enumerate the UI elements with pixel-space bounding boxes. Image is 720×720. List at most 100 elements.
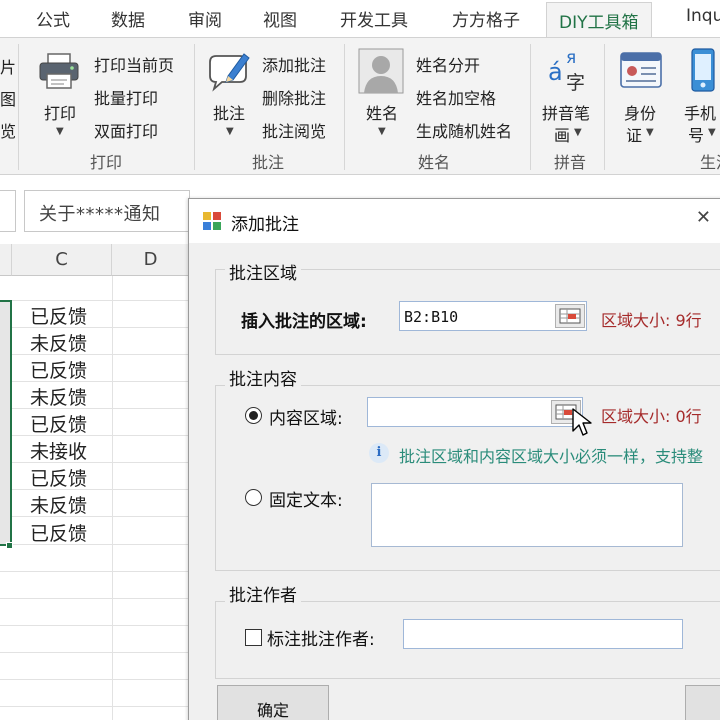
ribbon-edge-item-2[interactable]: 图 xyxy=(0,86,16,110)
fixed-text-input[interactable] xyxy=(371,483,683,547)
content-section-legend: 批注内容 xyxy=(225,365,301,390)
fixed-text-radio[interactable] xyxy=(245,489,262,506)
pinyin-button-label-line1: 拼音笔 xyxy=(542,104,591,123)
chevron-down-icon: ▼ xyxy=(708,127,716,138)
name-add-space-button[interactable]: 姓名加空格 xyxy=(416,85,496,109)
ribbon-tab-bar: 公式 数据 审阅 视图 开发工具 方方格子 DIY工具箱 Inqu xyxy=(0,0,720,38)
chevron-down-icon: ▼ xyxy=(646,127,654,138)
group-label-print: 打印 xyxy=(90,153,123,172)
region-field-label: 插入批注的区域: xyxy=(241,312,367,332)
tab-fangfang[interactable]: 方方格子 xyxy=(452,6,520,31)
grid-line xyxy=(0,489,190,490)
delete-comment-button[interactable]: 删除批注 xyxy=(262,85,326,109)
split-name-button[interactable]: 姓名分开 xyxy=(416,52,480,76)
group-separator xyxy=(604,44,605,170)
batch-print-button[interactable]: 批量打印 xyxy=(94,85,158,109)
phone-button-label-line2: 号 xyxy=(688,126,705,145)
dialog-titlebar[interactable]: 添加批注 ✕ xyxy=(189,199,720,243)
ok-button[interactable]: 确定 xyxy=(217,685,329,720)
name-box[interactable] xyxy=(0,190,16,232)
app-icon xyxy=(203,212,221,230)
cell-c2[interactable]: 已反馈 xyxy=(30,302,87,329)
tab-view[interactable]: 视图 xyxy=(263,6,297,31)
mouse-cursor-icon xyxy=(572,408,592,436)
tab-review[interactable]: 审阅 xyxy=(188,6,222,31)
comment-pencil-icon xyxy=(209,53,250,92)
fixed-text-label: 固定文本: xyxy=(269,491,343,511)
cell-c3[interactable]: 未反馈 xyxy=(30,329,87,356)
column-header-d[interactable]: D xyxy=(112,244,190,276)
grid-line xyxy=(0,300,190,301)
column-header-c[interactable]: C xyxy=(12,244,112,276)
tab-developer[interactable]: 开发工具 xyxy=(340,6,408,31)
comment-big-button-label: 批注 xyxy=(213,104,246,123)
cell-c8[interactable]: 已反馈 xyxy=(30,464,87,491)
range-select-icon xyxy=(559,308,581,324)
pinyin-icon-zi: 字 xyxy=(566,72,586,94)
author-section-legend: 批注作者 xyxy=(225,581,301,606)
mark-author-checkbox[interactable] xyxy=(245,629,262,646)
add-comment-button[interactable]: 添加批注 xyxy=(262,52,326,76)
print-current-page-button[interactable]: 打印当前页 xyxy=(94,52,174,76)
tab-diy-toolbox[interactable]: DIY工具箱 xyxy=(546,2,652,38)
phone-button-label-line1: 手机 xyxy=(684,104,717,123)
tab-formulas[interactable]: 公式 xyxy=(36,6,70,31)
grid-line xyxy=(0,625,190,626)
pinyin-button-label-line2: 画 xyxy=(554,126,571,145)
region-section-legend: 批注区域 xyxy=(225,259,301,284)
content-hint-text: 批注区域和内容区域大小必须一样，支持整 xyxy=(399,447,704,466)
grid-line xyxy=(0,679,190,680)
person-avatar-icon xyxy=(358,48,404,94)
cell-c6[interactable]: 已反馈 xyxy=(30,410,87,437)
grid-line xyxy=(0,435,190,436)
pinyin-icon-ya: я xyxy=(566,48,577,68)
formula-bar-input[interactable]: 关于*****通知 xyxy=(24,190,190,232)
name-big-button-label: 姓名 xyxy=(366,104,399,123)
author-input[interactable] xyxy=(403,619,683,649)
id-card-icon xyxy=(620,52,662,88)
grid-line xyxy=(0,516,190,517)
cell-c10[interactable]: 已反馈 xyxy=(30,519,87,546)
cancel-button[interactable] xyxy=(685,685,720,720)
ribbon-edge-item-3[interactable]: 览 xyxy=(0,118,16,142)
grid-line xyxy=(0,544,190,545)
id-card-button-label-line1: 身份 xyxy=(624,104,657,123)
mark-author-label: 标注批注作者: xyxy=(267,630,375,650)
mobile-phone-icon xyxy=(691,48,715,92)
group-separator xyxy=(194,44,195,170)
cell-c5[interactable]: 未反馈 xyxy=(30,383,87,410)
grid-line xyxy=(0,462,190,463)
dialog-title: 添加批注 xyxy=(231,215,299,235)
tab-inquire[interactable]: Inqu xyxy=(686,6,720,26)
selected-range-b2-b10[interactable] xyxy=(0,300,12,546)
region-size-text: 区域大小: 9行 xyxy=(601,311,702,330)
column-header-b[interactable] xyxy=(0,244,12,276)
group-separator xyxy=(530,44,531,170)
add-comment-dialog: 添加批注 ✕ 批注区域 插入批注的区域: B2:B10 区域大小: 9行 批注内… xyxy=(188,198,720,720)
group-label-life: 生活 xyxy=(700,153,720,172)
fill-handle[interactable] xyxy=(6,542,13,549)
info-icon: i xyxy=(369,443,389,463)
chevron-down-icon: ▼ xyxy=(56,126,64,137)
duplex-print-button[interactable]: 双面打印 xyxy=(94,118,158,142)
worksheet[interactable]: C D 已反馈 未反馈 已反馈 未反馈 已反馈 未接收 已反馈 未反馈 已反馈 xyxy=(0,244,190,720)
cell-c9[interactable]: 未反馈 xyxy=(30,491,87,518)
grid-line xyxy=(0,354,190,355)
cell-c7[interactable]: 未接收 xyxy=(30,437,87,464)
tab-data[interactable]: 数据 xyxy=(111,6,145,31)
cell-c4[interactable]: 已反馈 xyxy=(30,356,87,383)
grid-line xyxy=(0,571,190,572)
random-name-button[interactable]: 生成随机姓名 xyxy=(416,118,512,142)
range-picker-button[interactable] xyxy=(555,304,585,328)
group-label-comment: 批注 xyxy=(252,153,285,172)
ribbon-edge-item-1[interactable]: 片 xyxy=(0,54,16,78)
browse-comment-button[interactable]: 批注阅览 xyxy=(262,118,326,142)
chevron-down-icon: ▼ xyxy=(378,126,386,137)
chevron-down-icon: ▼ xyxy=(574,127,582,138)
group-label-pinyin: 拼音 xyxy=(554,153,587,172)
content-range-label: 内容区域: xyxy=(269,409,343,429)
group-separator xyxy=(344,44,345,170)
content-range-radio[interactable] xyxy=(245,407,262,424)
grid-line xyxy=(0,408,190,409)
close-icon[interactable]: ✕ xyxy=(696,207,711,228)
